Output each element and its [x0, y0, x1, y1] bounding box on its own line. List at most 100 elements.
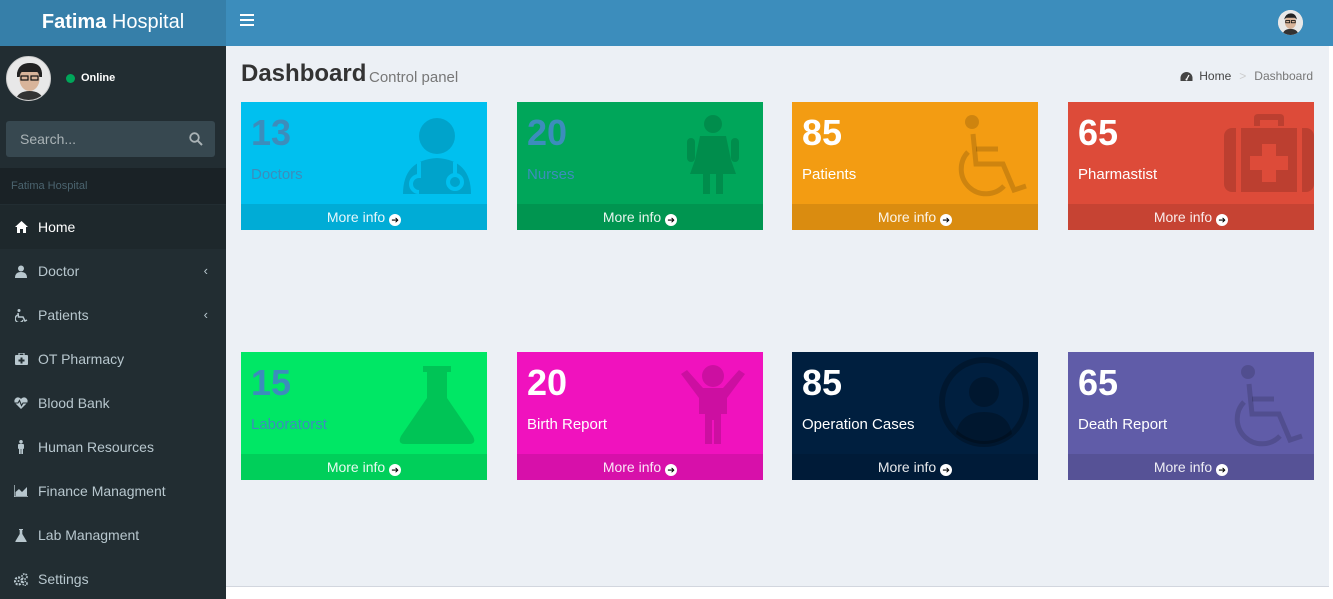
more-info-label: More info — [1153, 209, 1213, 225]
more-info-link[interactable]: More info ➔ — [1068, 454, 1314, 480]
top-navbar — [226, 0, 1333, 46]
sidebar-item-human-resources[interactable]: Human Resources — [0, 425, 226, 469]
stat-box-death-report: 65 Death Report More info ➔ — [1068, 352, 1314, 480]
online-dot-icon — [66, 73, 75, 83]
logo-rest: Hospital — [106, 11, 185, 33]
sidebar-search — [6, 121, 215, 157]
sidebar-item-blood-bank[interactable]: Blood Bank — [0, 381, 226, 425]
more-info-label: More info — [326, 209, 386, 225]
more-info-link[interactable]: More info ➔ — [241, 204, 487, 230]
sidebar: Fatima Hospital Online Fatima Hospital — [0, 0, 226, 599]
chevron-left-icon: ‹ — [203, 307, 208, 322]
logo-bold: Fatima — [41, 11, 107, 33]
wheelchair-icon — [14, 308, 28, 322]
sidebar-item-home[interactable]: Home — [0, 205, 226, 249]
page-scrollbar[interactable] — [1329, 46, 1333, 599]
stat-label: Laboratorst — [251, 416, 327, 433]
more-info-label: More info — [1153, 459, 1213, 475]
stat-number: 65 — [1078, 112, 1119, 153]
sidebar-item-label: Home — [38, 219, 76, 235]
stat-number: 65 — [1078, 362, 1119, 403]
sidebar-header: Fatima Hospital — [0, 168, 226, 204]
stat-number: 13 — [251, 112, 292, 153]
user-status[interactable]: Online — [66, 72, 115, 84]
user-status-label: Online — [81, 72, 116, 84]
medkit-icon — [14, 352, 28, 366]
stat-label: Patients — [802, 166, 857, 183]
more-info-label: More info — [602, 209, 662, 225]
gears-icon — [14, 572, 28, 586]
more-info-label: More info — [877, 459, 937, 475]
header-avatar[interactable] — [1278, 10, 1303, 35]
breadcrumb: Home > Dashboard — [1180, 69, 1313, 83]
dashboard-icon — [1180, 71, 1193, 82]
sidebar-item-label: Blood Bank — [38, 395, 110, 411]
sidebar-item-label: Settings — [38, 571, 89, 587]
stat-label: Death Report — [1078, 416, 1168, 433]
stat-label: Operation Cases — [802, 416, 915, 433]
heartbeat-icon — [14, 396, 28, 410]
chevron-left-icon: ‹ — [203, 263, 208, 278]
stat-box-patients: 85 Patients More info ➔ — [792, 102, 1038, 230]
more-info-link[interactable]: More info ➔ — [517, 204, 763, 230]
arrow-circle-right-icon: ➔ — [1216, 214, 1229, 226]
arrow-circle-right-icon: ➔ — [665, 464, 678, 476]
sidebar-item-label: Human Resources — [38, 439, 154, 455]
stat-number: 20 — [527, 112, 568, 153]
breadcrumb-separator: > — [1239, 69, 1247, 83]
sidebar-toggle-icon[interactable] — [240, 14, 254, 28]
stat-number: 85 — [802, 362, 843, 403]
stat-box-laboratorist: 15 Laboratorst More info ➔ — [241, 352, 487, 480]
stat-box-doctors: 13 Doctors More info ➔ — [241, 102, 487, 230]
sidebar-item-ot-pharmacy[interactable]: OT Pharmacy — [0, 337, 226, 381]
doctor-icon — [14, 264, 28, 278]
sidebar-item-patients[interactable]: Patients ‹ — [0, 293, 226, 337]
more-info-link[interactable]: More info ➔ — [792, 454, 1038, 480]
sidebar-item-label: OT Pharmacy — [38, 351, 125, 367]
wheelchair-icon — [1224, 364, 1304, 447]
stat-box-pharmacist: 65 Pharmastist More info ➔ — [1068, 102, 1314, 230]
stat-label: Nurses — [527, 166, 575, 183]
person-icon — [14, 440, 28, 454]
more-info-label: More info — [877, 209, 937, 225]
search-input[interactable] — [6, 121, 181, 157]
more-info-label: More info — [326, 459, 386, 475]
sidebar-item-lab[interactable]: Lab Managment — [0, 513, 226, 557]
breadcrumb-home[interactable]: Home — [1199, 69, 1231, 83]
stat-label: Pharmastist — [1078, 166, 1158, 183]
sidebar-item-label: Patients — [38, 307, 89, 323]
flask-icon — [14, 528, 28, 542]
more-info-link[interactable]: More info ➔ — [792, 204, 1038, 230]
user-circle-icon — [938, 356, 1030, 448]
doctor-icon — [397, 114, 477, 194]
stat-label: Birth Report — [527, 416, 608, 433]
home-icon — [14, 220, 28, 234]
stat-box-operation-cases: 85 Operation Cases More info ➔ — [792, 352, 1038, 480]
stat-number: 15 — [251, 362, 292, 403]
breadcrumb-current: Dashboard — [1254, 69, 1313, 83]
app-logo[interactable]: Fatima Hospital — [0, 0, 226, 46]
sidebar-item-settings[interactable]: Settings — [0, 557, 226, 599]
sidebar-menu: Home Doctor ‹ Patients ‹ OT Pharmacy Blo… — [0, 205, 226, 599]
sidebar-item-label: Lab Managment — [38, 527, 140, 543]
child-icon — [673, 364, 753, 444]
avatar[interactable] — [6, 56, 51, 101]
stat-box-birth-report: 20 Birth Report More info ➔ — [517, 352, 763, 480]
wheelchair-icon — [948, 114, 1028, 197]
sidebar-item-doctor[interactable]: Doctor ‹ — [0, 249, 226, 293]
sidebar-item-finance[interactable]: Finance Managment — [0, 469, 226, 513]
arrow-circle-right-icon: ➔ — [389, 464, 402, 476]
area-chart-icon — [14, 484, 28, 498]
search-icon[interactable] — [189, 132, 205, 148]
page-title: Dashboard — [241, 60, 367, 87]
stat-box-nurses: 20 Nurses More info ➔ — [517, 102, 763, 230]
sidebar-item-label: Finance Managment — [38, 483, 166, 499]
more-info-link[interactable]: More info ➔ — [1068, 204, 1314, 230]
more-info-link[interactable]: More info ➔ — [517, 454, 763, 480]
arrow-circle-right-icon: ➔ — [389, 214, 402, 226]
user-panel: Online — [0, 46, 226, 112]
more-info-link[interactable]: More info ➔ — [241, 454, 487, 480]
stat-number: 20 — [527, 362, 568, 403]
page-footer — [226, 586, 1329, 599]
arrow-circle-right-icon: ➔ — [940, 214, 953, 226]
